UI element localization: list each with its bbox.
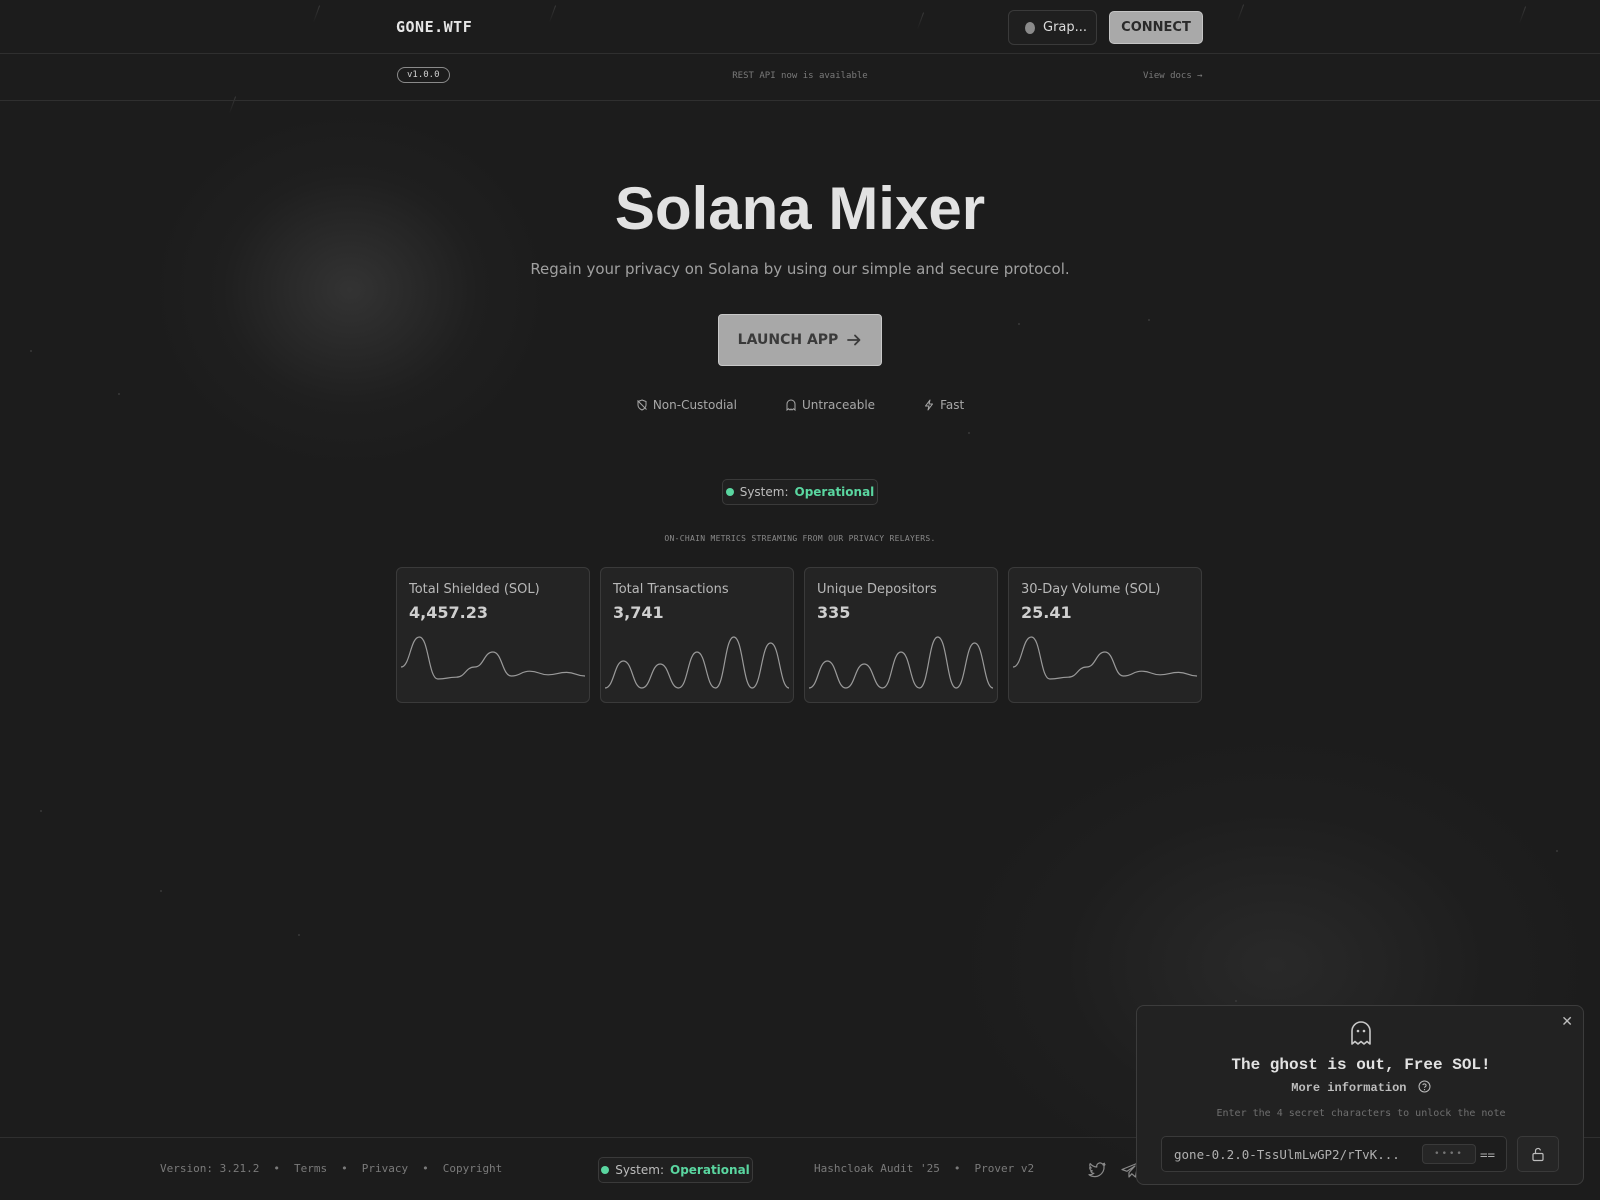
footer-separator: • [953,1162,961,1175]
sparkline-path [401,636,585,680]
feature-label: Fast [940,398,965,412]
footer-separator: • [341,1162,348,1175]
metric-card-total-shielded: Total Shielded (SOL) 4,457.23 [396,567,590,703]
feature-label: Untraceable [802,398,876,412]
launch-app-button[interactable]: LAUNCH APP [718,314,882,366]
page-subtitle: Regain your privacy on Solana by using o… [530,260,1070,278]
feature-fast: Fast [923,398,964,412]
metric-title: Unique Depositors [817,582,937,597]
metric-title: 30-Day Volume (SOL) [1021,582,1161,597]
help-circle-icon [1418,1080,1431,1093]
graph-button-label: Grap... [1043,20,1088,35]
close-icon[interactable]: ✕ [1561,1014,1573,1030]
view-docs-link[interactable]: View docs → [1143,71,1203,81]
note-field: gone-0.2.0-TssUlmLwGP2/rTvK... == [1161,1136,1507,1172]
footer-separator: • [273,1162,280,1175]
status-dot-icon [725,488,734,496]
metric-title: Total Shielded (SOL) [409,582,540,597]
status-value: Operational [794,485,875,499]
arrow-right-icon [847,334,861,346]
graph-dot-icon [1025,21,1035,34]
secret-characters-input[interactable] [1422,1144,1476,1164]
prover-label: Prover v2 [974,1162,1035,1175]
metric-value: 25.41 [1021,603,1072,622]
sparkline-chart [1013,636,1197,680]
status-label: System: [615,1163,664,1177]
sparkline-chart [605,636,789,689]
feature-list: Non-Custodial Untraceable Fast [0,398,1600,412]
lightning-icon [925,399,934,411]
unlock-icon [1532,1147,1544,1162]
sparkline-path [1013,636,1197,680]
note-text: gone-0.2.0-TssUlmLwGP2/rTvK... [1174,1146,1400,1162]
metric-value: 3,741 [613,603,664,622]
more-information-link[interactable]: More information [1137,1080,1585,1095]
metric-title: Total Transactions [613,582,729,597]
feature-label: Non-Custodial [652,398,737,412]
sparkline-chart [809,636,993,689]
launch-app-label: LAUNCH APP [737,332,839,348]
shield-off-icon [636,399,647,411]
metric-card-30-day-volume: 30-Day Volume (SOL) 25.41 [1008,567,1202,703]
status-value: Operational [670,1163,750,1177]
sparkline-path [809,636,993,689]
privacy-link[interactable]: Privacy [362,1162,408,1175]
free-sol-popup: ✕ The ghost is out, Free SOL! More infor… [1136,1005,1584,1185]
metric-card-unique-depositors: Unique Depositors 335 [804,567,998,703]
metrics-cards: Total Shielded (SOL) 4,457.23 Total Tran… [396,567,1202,703]
footer-version: Version: 3.21.2 [160,1162,260,1175]
feature-untraceable: Untraceable [785,398,875,412]
logo[interactable]: GONE.WTF [396,18,472,36]
feature-non-custodial: Non-Custodial [636,398,737,412]
audit-label[interactable]: Hashcloak Audit '25 [814,1162,940,1175]
metric-value: 335 [817,603,851,622]
sparkline-path [605,636,789,689]
terms-link[interactable]: Terms [294,1162,327,1175]
connect-wallet-button[interactable]: CONNECT [1109,11,1203,44]
announcement-bar: v1.0.0 REST API now is available View do… [0,54,1600,101]
page-title: Solana Mixer [614,175,986,242]
background-glow [150,110,550,470]
system-status-badge: System: Operational [722,479,878,505]
unlock-button[interactable] [1517,1136,1559,1172]
ghost-icon [786,399,796,411]
popup-title: The ghost is out, Free SOL! [1231,1056,1491,1074]
metric-value: 4,457.23 [409,603,488,622]
graph-button[interactable]: Grap... [1008,10,1097,45]
twitter-icon[interactable] [1087,1160,1107,1180]
copyright-link[interactable]: Copyright [443,1162,503,1175]
footer-links: Version: 3.21.2 • Terms • Privacy • Copy… [160,1162,502,1175]
status-dot-icon [601,1166,610,1174]
metric-card-total-transactions: Total Transactions 3,741 [600,567,794,703]
note-suffix: == [1480,1146,1496,1162]
sparkline-chart [401,636,585,680]
metrics-caption: ON-CHAIN METRICS STREAMING FROM OUR PRIV… [664,534,936,543]
more-information-label: More information [1291,1081,1407,1095]
footer-separator: • [422,1162,429,1175]
ghost-icon [1351,1021,1371,1045]
footer-audit-info: Hashcloak Audit '25 • Prover v2 [814,1162,1034,1175]
announcement-text: REST API now is available [732,71,868,81]
footer-status-badge: System: Operational [598,1157,753,1183]
status-label: System: [739,485,789,499]
top-navbar: GONE.WTF Grap... CONNECT [0,0,1600,54]
popup-hint: Enter the 4 secret characters to unlock … [1216,1108,1506,1119]
